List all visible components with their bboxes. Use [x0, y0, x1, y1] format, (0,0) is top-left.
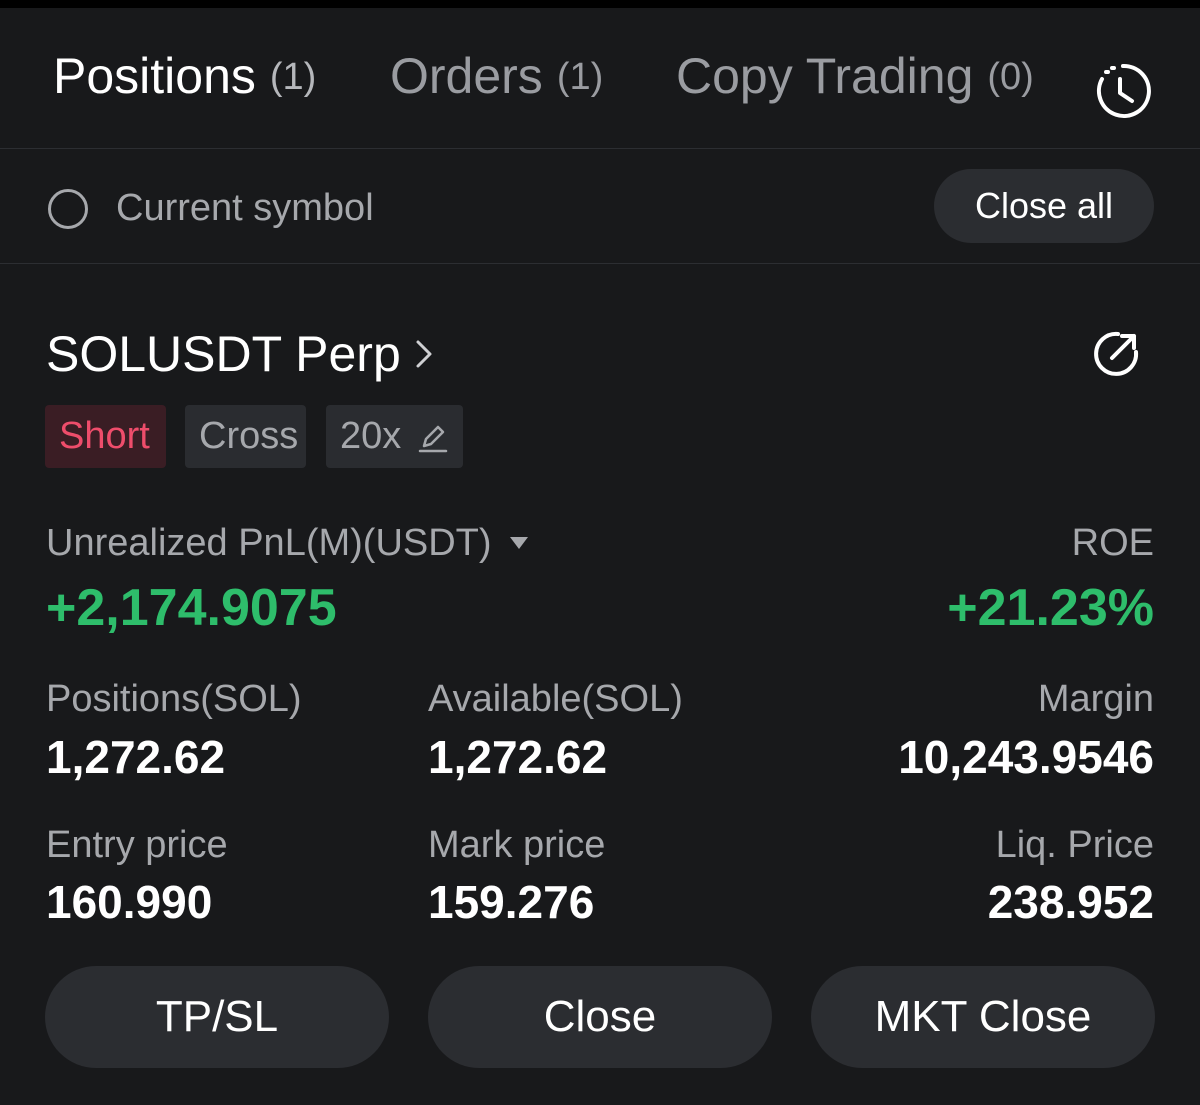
mkt-close-button[interactable]: MKT Close — [811, 966, 1155, 1068]
symbol-title[interactable]: SOLUSDT Perp — [46, 324, 401, 384]
tab-orders-label: Orders — [390, 48, 543, 104]
pnl-value: +2,174.9075 — [46, 579, 337, 637]
roe-value: +21.23% — [947, 579, 1154, 637]
liq-price-label: Liq. Price — [995, 824, 1154, 866]
current-symbol-label[interactable]: Current symbol — [116, 185, 374, 231]
pnl-label[interactable]: Unrealized PnL(M)(USDT) — [46, 520, 492, 566]
edit-pencil-icon[interactable] — [418, 422, 448, 454]
current-symbol-radio[interactable] — [48, 189, 88, 229]
side-tag: Short — [45, 405, 166, 468]
available-label: Available(SOL) — [428, 678, 683, 720]
margin-mode-tag[interactable]: Cross — [185, 405, 306, 468]
margin-value[interactable]: 10,243.9546 — [898, 730, 1154, 784]
liq-price-value: 238.952 — [987, 876, 1154, 928]
available-value: 1,272.62 — [428, 731, 608, 783]
positions-label: Positions(SOL) — [46, 678, 302, 720]
history-icon[interactable] — [1092, 60, 1154, 122]
tab-copy-trading-label: Copy Trading — [676, 48, 974, 104]
close-all-button[interactable]: Close all — [934, 169, 1154, 243]
leverage-value: 20x — [340, 415, 402, 457]
chevron-right-icon[interactable] — [410, 338, 438, 370]
share-icon[interactable] — [1092, 330, 1140, 378]
close-button[interactable]: Close — [428, 966, 772, 1068]
tab-positions[interactable]: Positions (1) — [53, 46, 316, 107]
tab-positions-count: (1) — [269, 56, 317, 98]
tab-bar: Positions (1) Orders (1) Copy Trading (0) — [0, 8, 1200, 148]
margin-label: Margin — [1037, 678, 1154, 720]
filter-row: Current symbol Close all — [0, 149, 1200, 263]
top-edge — [0, 0, 1200, 8]
tab-copy-trading[interactable]: Copy Trading (0) — [676, 46, 1034, 107]
roe-label: ROE — [1071, 522, 1154, 564]
tab-orders-count: (1) — [556, 56, 604, 98]
mark-price-label: Mark price — [428, 824, 606, 866]
tab-positions-label: Positions — [53, 48, 256, 104]
caret-down-icon[interactable] — [508, 535, 530, 551]
entry-price-value: 160.990 — [46, 876, 213, 928]
mark-price-value: 159.276 — [428, 876, 595, 928]
tab-copy-trading-count: (0) — [987, 56, 1034, 98]
positions-value: 1,272.62 — [46, 731, 226, 783]
entry-price-label: Entry price — [46, 824, 228, 866]
tpsl-button[interactable]: TP/SL — [45, 966, 389, 1068]
divider — [0, 263, 1200, 264]
tab-orders[interactable]: Orders (1) — [390, 46, 603, 107]
